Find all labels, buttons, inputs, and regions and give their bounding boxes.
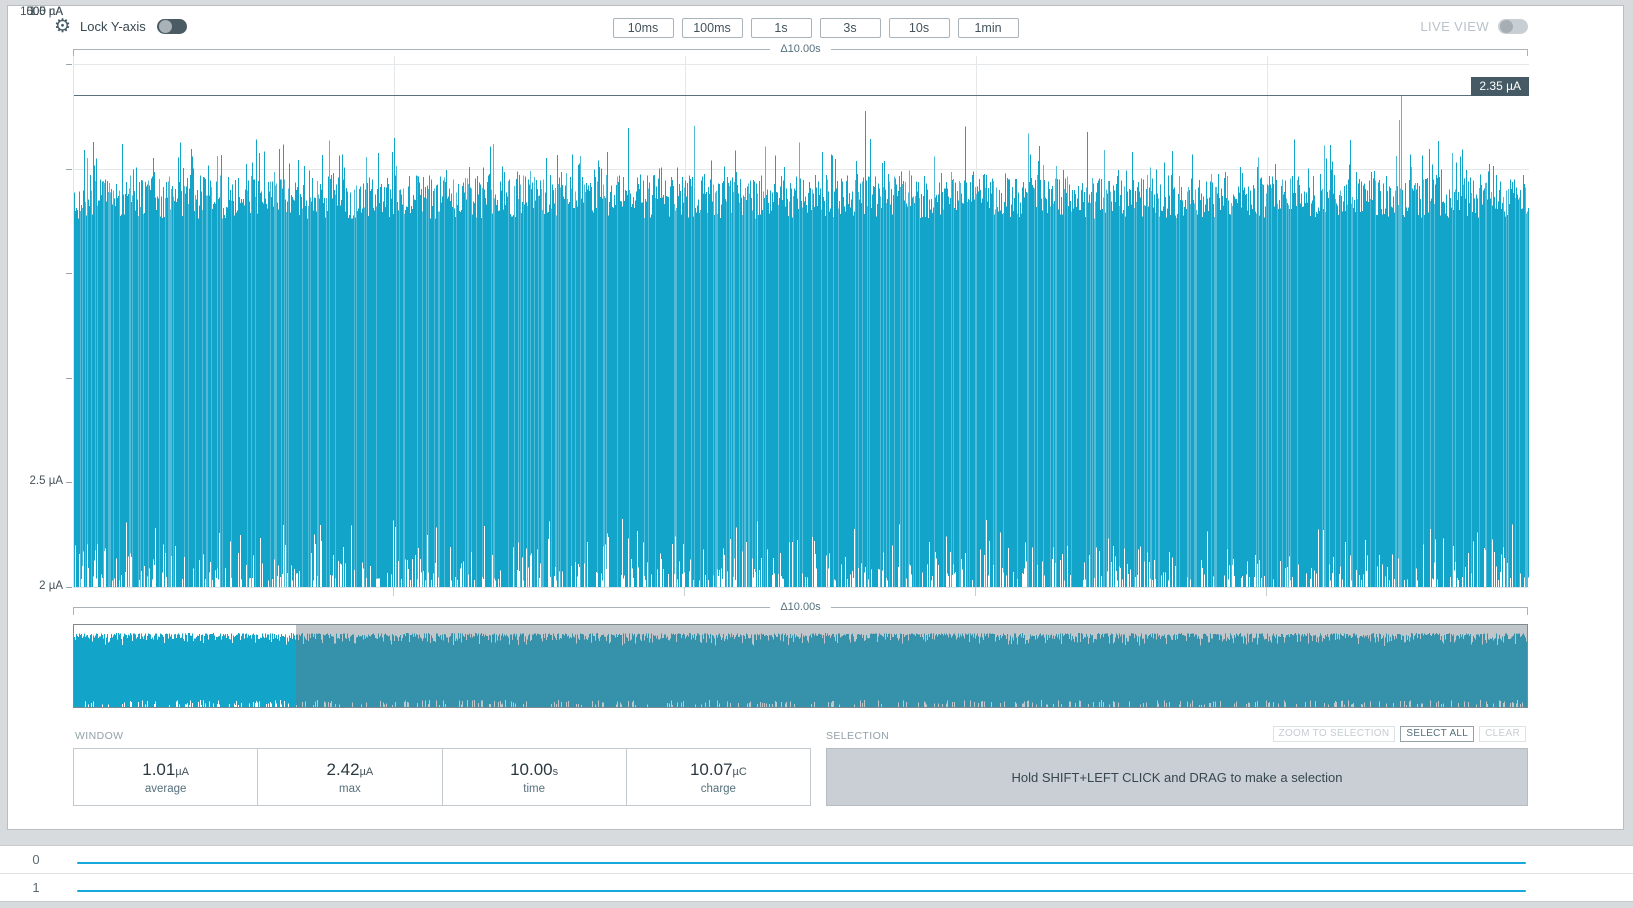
y-axis-tick-label: 2 µA [8, 580, 63, 592]
power-profiler-panel: ⚙ Lock Y-axis 10ms 100ms 1s 3s 10s 1min … [7, 5, 1624, 830]
stat-unit: s [553, 766, 559, 778]
window-button-3s[interactable]: 3s [820, 18, 881, 38]
select-all-button[interactable]: SELECT ALL [1400, 726, 1474, 742]
stat-value: 2.42 [326, 760, 359, 779]
current-waveform [74, 56, 1529, 587]
time-window-delta-label: Δ10.00s [780, 43, 820, 55]
stat-unit: µA [360, 766, 374, 778]
stat-label: max [339, 783, 361, 795]
axis-line [831, 607, 1528, 608]
minimap-unselected-overlay [296, 625, 1527, 707]
stat-average: 1.01µA average [74, 749, 258, 805]
digital-channels-panel: 0 1 [0, 845, 1633, 902]
y-axis-tick-label: 2.5 µA [8, 475, 63, 487]
top-time-axis: Δ10.00s [73, 42, 1528, 56]
window-button-10s[interactable]: 10s [889, 18, 950, 38]
y-axis-tick-mark [66, 64, 72, 65]
x-axis-tick-mark [1266, 587, 1267, 596]
x-axis-tick-mark [684, 587, 685, 596]
axis-line [73, 49, 770, 50]
selection-actions: ZOOM TO SELECTION SELECT ALL CLEAR [1273, 726, 1526, 742]
y-axis-tick-mark [66, 273, 72, 274]
stat-value: 10.07 [690, 760, 733, 779]
stat-value: 10.00 [510, 760, 553, 779]
stat-unit: µC [733, 766, 747, 778]
x-axis-tick-mark [393, 587, 394, 596]
digital-channel-label: 1 [24, 880, 48, 895]
stat-charge: 10.07µC charge [627, 749, 810, 805]
selection-hint-text: Hold SHIFT+LEFT CLICK and DRAG to make a… [1011, 770, 1342, 785]
stat-label: average [145, 783, 187, 795]
time-window-delta-label: Δ10.00s [780, 601, 820, 613]
selection-section-label: SELECTION [826, 730, 889, 742]
digital-channel-label: 0 [24, 852, 48, 867]
minimap[interactable] [73, 624, 1528, 708]
stat-time: 10.00s time [443, 749, 627, 805]
digital-channel-trace [77, 890, 1526, 892]
live-view-toggle[interactable] [1498, 19, 1528, 34]
axis-line [831, 49, 1528, 50]
clear-selection-button[interactable]: CLEAR [1479, 726, 1526, 742]
stat-label: time [523, 783, 545, 795]
window-button-1s[interactable]: 1s [751, 18, 812, 38]
y-axis-tick-label: 0 nA [8, 6, 63, 18]
y-axis-tick-mark [66, 587, 72, 588]
stat-max: 2.42µA max [258, 749, 442, 805]
window-section-label: WINDOW [75, 730, 123, 742]
y-axis-tick-mark [66, 169, 72, 170]
digital-channel-trace [77, 862, 1526, 864]
digital-channel-row[interactable]: 0 [0, 846, 1633, 874]
live-view-label: LIVE VIEW [1420, 19, 1489, 34]
time-window-buttons: 10ms 100ms 1s 3s 10s 1min [8, 18, 1623, 38]
stat-label: charge [701, 783, 736, 795]
x-axis-tick-mark [975, 587, 976, 596]
toggle-knob [1500, 20, 1513, 33]
digital-channel-row[interactable]: 1 [0, 874, 1633, 901]
current-waveform-chart[interactable]: 2.35 µA [73, 56, 1529, 588]
y-axis-tick-mark [66, 482, 72, 483]
window-button-1min[interactable]: 1min [958, 18, 1019, 38]
y-axis-tick-mark [66, 378, 72, 379]
window-stats: 1.01µA average 2.42µA max 10.00s time 10… [73, 748, 811, 806]
stat-unit: µA [175, 766, 189, 778]
selection-hint-box: Hold SHIFT+LEFT CLICK and DRAG to make a… [826, 748, 1528, 806]
window-button-10ms[interactable]: 10ms [613, 18, 674, 38]
zoom-to-selection-button[interactable]: ZOOM TO SELECTION [1273, 726, 1396, 742]
bottom-time-axis: Δ10.00s [73, 600, 1528, 614]
stat-value: 1.01 [142, 760, 175, 779]
window-button-100ms[interactable]: 100ms [682, 18, 743, 38]
max-marker-line [74, 95, 1529, 96]
live-view-control: LIVE VIEW [1420, 19, 1528, 34]
max-marker-badge: 2.35 µA [1471, 77, 1529, 96]
axis-line [73, 607, 770, 608]
